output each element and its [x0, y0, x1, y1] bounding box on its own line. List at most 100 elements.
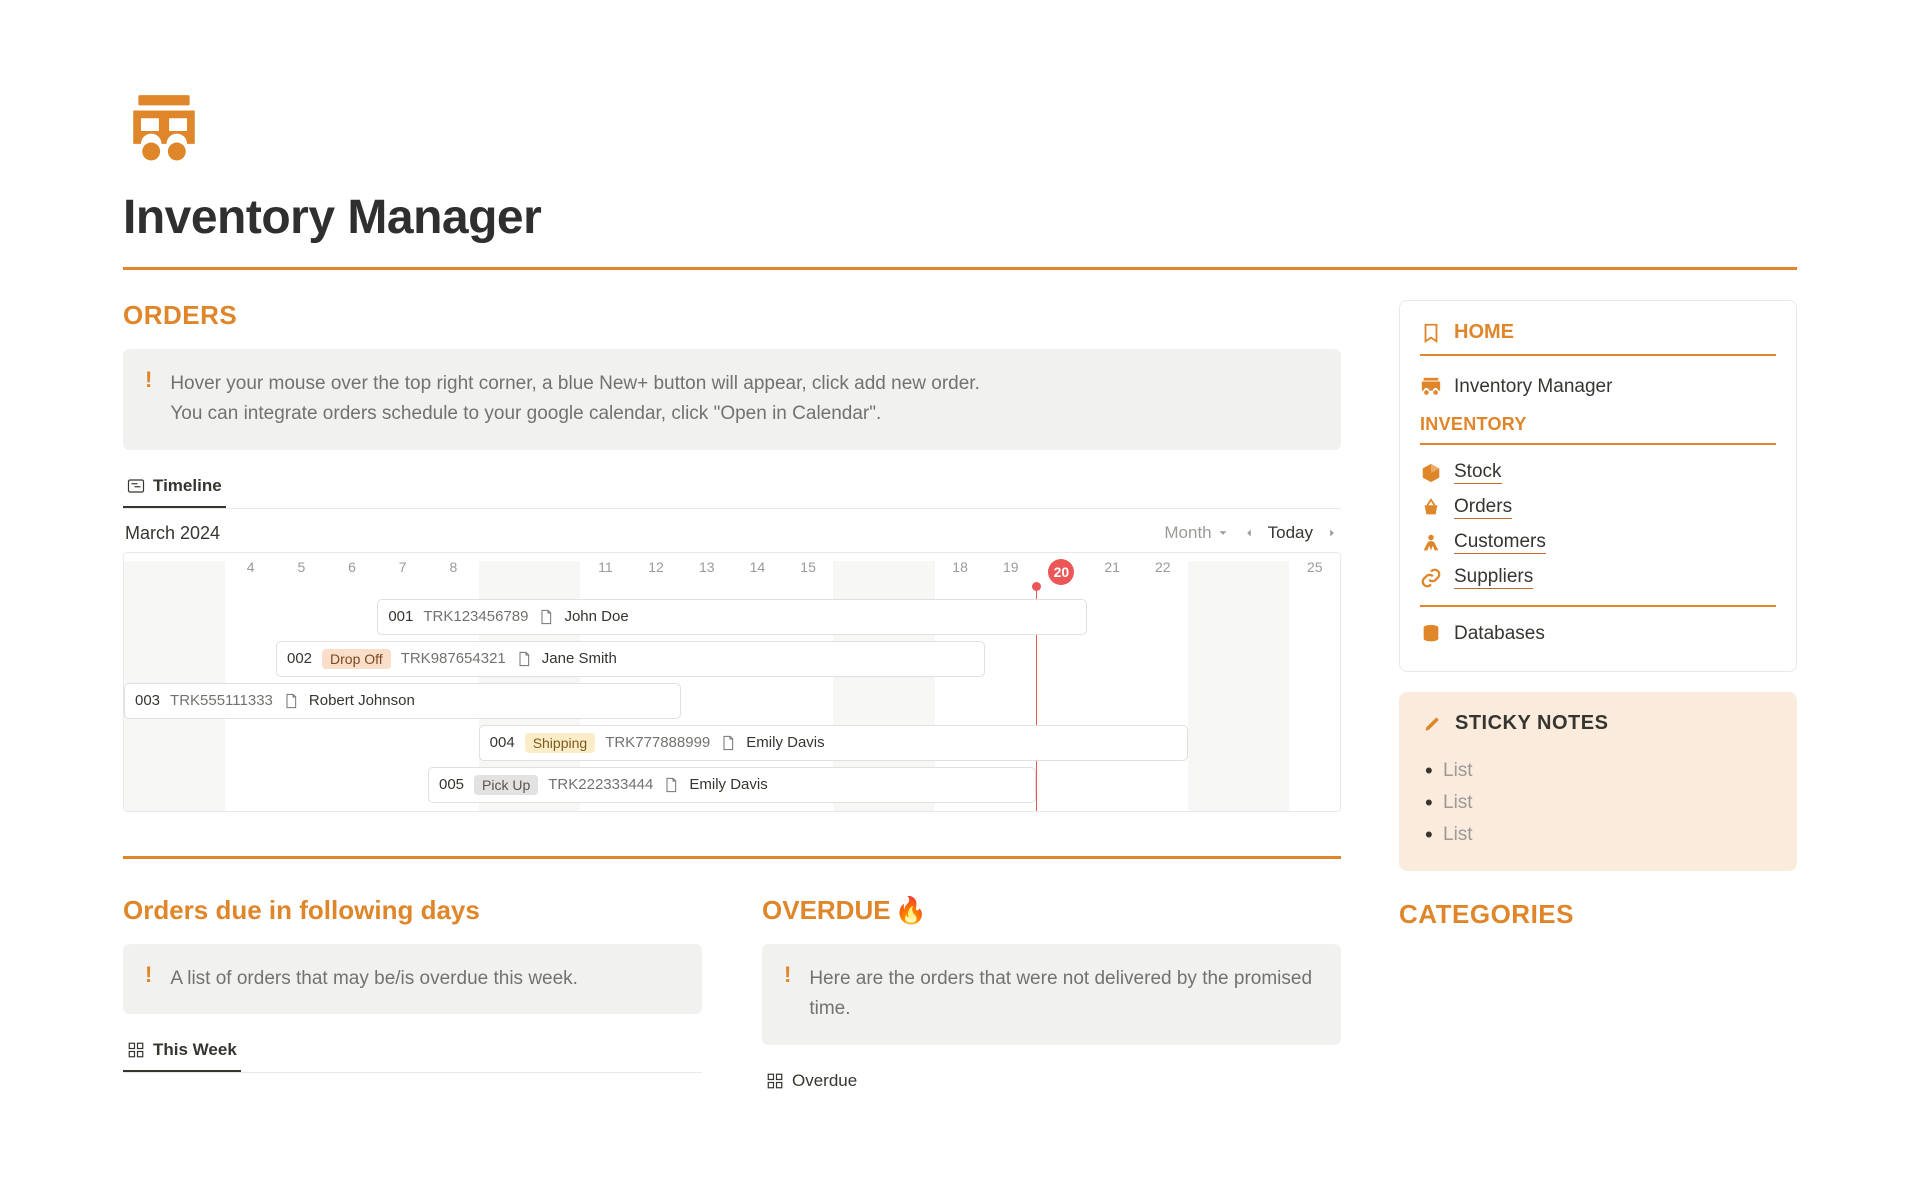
tab-timeline[interactable]: Timeline — [123, 468, 226, 508]
order-id: 003 — [135, 692, 160, 709]
timeline-day: 8 — [428, 559, 479, 585]
customer-name: John Doe — [564, 608, 628, 625]
order-id: 004 — [490, 734, 515, 751]
timeline-day: 5 — [276, 559, 327, 585]
truck-icon — [1420, 376, 1442, 398]
timeline-bar[interactable]: 005 Pick Up TRK222333444 Emily Davis — [428, 767, 1036, 803]
document-icon — [720, 735, 736, 751]
timeline-day: 7 — [377, 559, 428, 585]
timeline-grid[interactable]: 2345678910111213141516171819202122232425… — [123, 552, 1341, 812]
exclaim-icon: ! — [145, 964, 152, 994]
nav-suppliers[interactable]: Suppliers — [1420, 560, 1776, 595]
order-tag: Pick Up — [474, 775, 538, 795]
weekend-shade — [1188, 561, 1289, 811]
prev-button[interactable] — [1242, 526, 1256, 540]
page-title: Inventory Manager — [123, 190, 1797, 245]
tab-label: Overdue — [792, 1071, 857, 1091]
nav-stock[interactable]: Stock — [1420, 455, 1776, 490]
document-icon — [516, 651, 532, 667]
board-icon — [127, 1041, 145, 1059]
timeline-day: 15 — [783, 559, 834, 585]
order-id: 005 — [439, 776, 464, 793]
tracking-number: TRK777888999 — [605, 734, 710, 751]
orders-heading: ORDERS — [123, 300, 1341, 331]
timeline-day: 11 — [580, 559, 631, 585]
tracking-number: TRK123456789 — [423, 608, 528, 625]
highlighter-icon — [1423, 714, 1443, 734]
tab-this-week[interactable]: This Week — [123, 1032, 241, 1072]
home-heading: HOME — [1454, 321, 1514, 344]
timeline-tabs: Timeline — [123, 468, 1341, 509]
order-tag: Shipping — [525, 733, 596, 753]
timeline-day: 19 — [985, 559, 1036, 585]
timeline-day: 13 — [681, 559, 732, 585]
today-button[interactable]: Today — [1268, 523, 1313, 543]
due-callout: ! A list of orders that may be/is overdu… — [123, 944, 702, 1014]
timeline-icon — [127, 477, 145, 495]
sticky-heading: STICKY NOTES — [1455, 712, 1608, 735]
sticky-item[interactable]: List — [1443, 787, 1773, 819]
timeline-day: 14 — [732, 559, 783, 585]
timeline-bar[interactable]: 001TRK123456789John Doe — [377, 599, 1086, 635]
nav-customers[interactable]: Customers — [1420, 525, 1776, 560]
document-icon — [283, 693, 299, 709]
board-icon — [766, 1072, 784, 1090]
timeline-month: March 2024 — [125, 523, 220, 544]
timeline-bar[interactable]: 002 Drop Off TRK987654321 Jane Smith — [276, 641, 985, 677]
orders-callout: ! Hover your mouse over the top right co… — [123, 349, 1341, 450]
callout-text: Here are the orders that were not delive… — [809, 964, 1319, 1025]
document-icon — [538, 609, 554, 625]
document-icon — [663, 777, 679, 793]
tab-label: This Week — [153, 1040, 237, 1060]
sticky-notes-card: STICKY NOTES ListListList — [1399, 692, 1797, 871]
timeline-day: 4 — [225, 559, 276, 585]
timeline-day: 12 — [631, 559, 682, 585]
nav-databases[interactable]: Databases — [1420, 617, 1776, 651]
callout-line: You can integrate orders schedule to you… — [170, 399, 980, 429]
view-label: Month — [1164, 523, 1211, 543]
timeline-bar[interactable]: 003 TRK555111333 Robert Johnson — [124, 683, 681, 719]
chevron-down-icon — [1216, 526, 1230, 540]
order-id: 002 — [287, 650, 312, 667]
person-icon — [1420, 532, 1442, 554]
inventory-heading: INVENTORY — [1420, 414, 1776, 435]
section-divider — [123, 856, 1341, 859]
nav-orders[interactable]: Orders — [1420, 490, 1776, 525]
timeline-day: 21 — [1087, 559, 1138, 585]
timeline-day: 22 — [1137, 559, 1188, 585]
database-icon — [1420, 623, 1442, 645]
exclaim-icon: ! — [145, 369, 152, 430]
tab-overdue[interactable]: Overdue — [762, 1063, 861, 1103]
timeline-day: 18 — [935, 559, 986, 585]
basket-icon — [1420, 497, 1442, 519]
title-divider — [123, 267, 1797, 270]
box-icon — [1420, 462, 1442, 484]
order-tag: Drop Off — [322, 649, 391, 669]
customer-name: Jane Smith — [542, 650, 617, 667]
tracking-number: TRK222333444 — [548, 776, 653, 793]
timeline-day: 25 — [1289, 559, 1340, 585]
callout-line: Hover your mouse over the top right corn… — [170, 369, 980, 399]
tracking-number: TRK987654321 — [401, 650, 506, 667]
due-heading: Orders due in following days — [123, 895, 702, 926]
fire-icon: 🔥 — [895, 895, 927, 926]
nav-card: HOME Inventory Manager INVENTORY Stock O… — [1399, 300, 1797, 672]
nav-inventory-manager[interactable]: Inventory Manager — [1420, 370, 1776, 404]
customer-name: Emily Davis — [689, 776, 767, 793]
timeline-bar[interactable]: 004ShippingTRK777888999Emily Davis — [479, 725, 1188, 761]
timeline-view-select[interactable]: Month — [1164, 523, 1229, 543]
exclaim-icon: ! — [784, 964, 791, 1025]
overdue-heading: OVERDUE🔥 — [762, 895, 1341, 926]
categories-heading: CATEGORIES — [1399, 899, 1797, 930]
tracking-number: TRK555111333 — [170, 692, 273, 709]
tab-label: Timeline — [153, 476, 222, 496]
callout-text: A list of orders that may be/is overdue … — [170, 964, 578, 994]
link-icon — [1420, 567, 1442, 589]
bookmark-icon — [1420, 322, 1442, 344]
customer-name: Robert Johnson — [309, 692, 415, 709]
page-icon-truck — [123, 90, 205, 172]
sticky-item[interactable]: List — [1443, 755, 1773, 787]
overdue-callout: ! Here are the orders that were not deli… — [762, 944, 1341, 1045]
sticky-item[interactable]: List — [1443, 819, 1773, 851]
next-button[interactable] — [1325, 526, 1339, 540]
